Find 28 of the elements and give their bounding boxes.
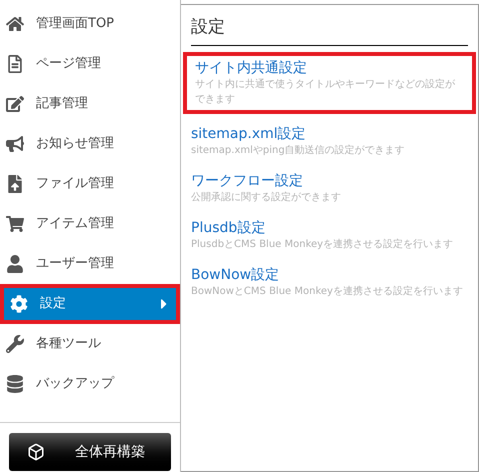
file-upload-icon <box>6 175 24 193</box>
document-icon <box>6 55 24 73</box>
sidebar-item[interactable]: バックアップ <box>0 364 180 404</box>
sidebar-item[interactable]: ユーザー管理 <box>0 244 180 284</box>
settings-link[interactable]: サイト内共通設定 サイト内に共通で使うタイトルやキーワードなどの設定ができます <box>183 52 476 114</box>
pencil-icon <box>6 95 24 113</box>
cart-icon <box>6 215 24 233</box>
home-icon <box>6 15 24 33</box>
box-icon <box>27 443 45 461</box>
sidebar-item[interactable]: 管理画面TOP <box>0 4 180 44</box>
sidebar-item[interactable]: 各種ツール <box>0 324 180 364</box>
sidebar-item[interactable]: 記事管理 <box>0 84 180 124</box>
settings-link[interactable]: ワークフロー設定 公開承認に関する設定ができます <box>183 168 476 208</box>
sidebar-item[interactable]: お知らせ管理 <box>0 124 180 164</box>
database-icon <box>6 375 24 393</box>
submenu-title: 設定 <box>191 15 468 46</box>
sidebar-item[interactable]: ページ管理 <box>0 44 180 84</box>
settings-link[interactable]: Plusdb設定 PlusdbとCMS Blue Monkeyを連携させる設定を行います <box>183 216 476 254</box>
user-icon <box>6 255 24 273</box>
wrench-icon <box>6 335 24 353</box>
rebuild-button[interactable]: 全体再構築 <box>9 433 171 471</box>
settings-icon <box>10 295 28 313</box>
sidebar-item[interactable]: ファイル管理 <box>0 164 180 204</box>
megaphone-icon <box>6 135 24 153</box>
sidebar-item[interactable]: 設定 <box>0 284 180 324</box>
settings-link[interactable]: sitemap.xml設定 sitemap.xmlやping自動送信の設定ができます <box>183 122 476 160</box>
settings-link[interactable]: BowNow設定 BowNowとCMS Blue Monkeyを連携させる設定を行います <box>183 262 476 302</box>
sidebar-item[interactable]: アイテム管理 <box>0 204 180 244</box>
